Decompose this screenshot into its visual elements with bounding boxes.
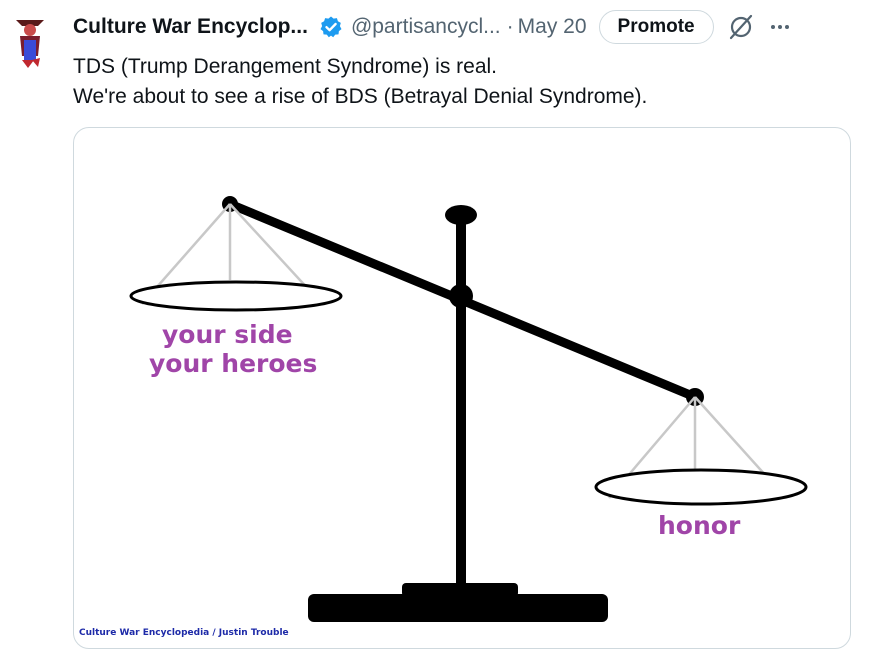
more-icon[interactable] — [768, 15, 792, 39]
balance-scale-illustration — [129, 196, 808, 622]
author-name[interactable]: Culture War Encyclop... — [73, 15, 308, 39]
left-pan-label-line-1: your side — [162, 320, 293, 349]
image-credit: Culture War Encyclopedia / Justin Troubl… — [79, 628, 289, 638]
left-pan-label-line-2: your heroes — [149, 349, 318, 378]
avatar[interactable] — [8, 12, 52, 70]
verified-badge-icon — [320, 16, 342, 38]
tweet-image[interactable]: your side your heroes honor Culture War … — [73, 127, 851, 649]
grok-icon[interactable] — [728, 14, 754, 40]
right-pan-label: honor — [658, 511, 741, 540]
separator-dot: · — [506, 15, 514, 38]
tweet-text-line-1: TDS (Trump Derangement Syndrome) is real… — [73, 55, 498, 78]
tweet-header: Culture War Encyclop... @partisancycl...… — [73, 10, 863, 44]
tweet-date[interactable]: May 20 — [518, 15, 587, 39]
tweet-text-line-2: We're about to see a rise of BDS (Betray… — [73, 85, 648, 108]
author-handle[interactable]: @partisancycl... — [351, 15, 501, 39]
tweet-text: TDS (Trump Derangement Syndrome) is real… — [73, 52, 647, 112]
promote-button[interactable]: Promote — [598, 10, 714, 44]
